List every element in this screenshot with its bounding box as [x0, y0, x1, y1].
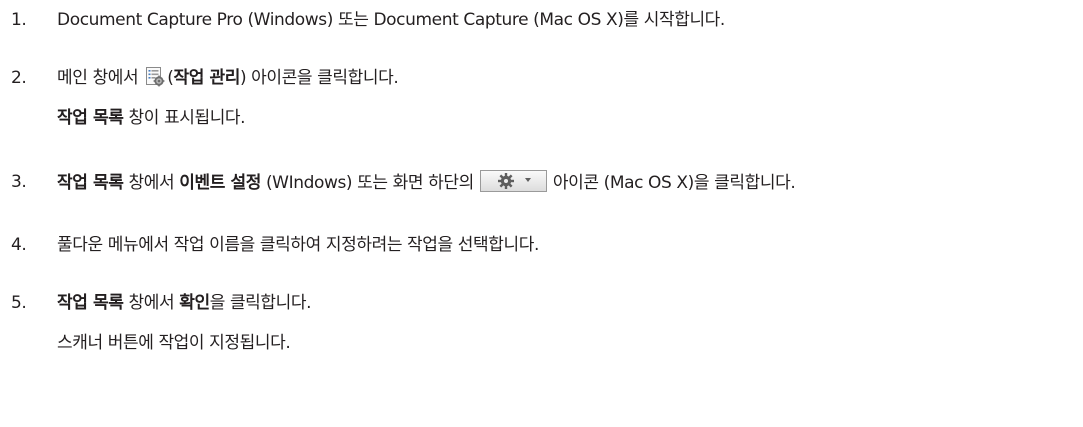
step-number: 2.: [11, 68, 27, 88]
step-text: 작업 목록 창에서 확인을 클릭합니다.: [57, 291, 312, 315]
step-text-post: ) 아이콘을 클릭합니다.: [239, 68, 399, 88]
step-text-post: 아이콘 (Mac OS X)을 클릭합니다.: [547, 173, 796, 193]
step-result-text: 스캐너 버튼에 작업이 지정됩니다.: [57, 333, 291, 353]
step-text-pre: 메인 창에서: [57, 68, 144, 88]
step-text: 작업 목록 창에서 이벤트 설정 (WIndows) 또는 화면 하단의 아이콘…: [57, 170, 796, 195]
step-2-result: 작업 목록 창이 표시됩니다.: [57, 106, 246, 130]
step-number: 5.: [11, 293, 27, 313]
step-result-text: 창이 표시됩니다.: [123, 108, 246, 128]
step-number: 3.: [11, 172, 27, 192]
task-list-label: 작업 목록: [57, 173, 124, 193]
gear-dropdown-icon: [479, 170, 547, 192]
step-text-post: 을 클릭합니다.: [209, 293, 312, 313]
task-list-label: 작업 목록: [57, 108, 124, 128]
task-list-label: 작업 목록: [57, 293, 124, 313]
ok-label: 확인: [179, 293, 210, 313]
step-5-result: 스캐너 버튼에 작업이 지정됩니다.: [57, 331, 291, 355]
task-manager-label: 작업 관리: [173, 68, 240, 88]
task-manager-icon: [145, 67, 165, 87]
step-text-mid: 창에서: [123, 173, 180, 193]
step-number: 1.: [11, 10, 27, 30]
step-text: Document Capture Pro (Windows) 또는 Docume…: [57, 10, 725, 30]
step-text: 풀다운 메뉴에서 작업 이름을 클릭하여 지정하려는 작업을 선택합니다.: [57, 235, 539, 255]
step-number: 4.: [11, 235, 27, 255]
step-text-mid: 창에서: [123, 293, 180, 313]
step-text: 메인 창에서 (작업 관리) 아이콘을 클릭합니다.: [57, 66, 399, 90]
step-text-mid: (WIndows) 또는 화면 하단의: [260, 173, 479, 193]
event-settings-label: 이벤트 설정: [179, 173, 261, 193]
